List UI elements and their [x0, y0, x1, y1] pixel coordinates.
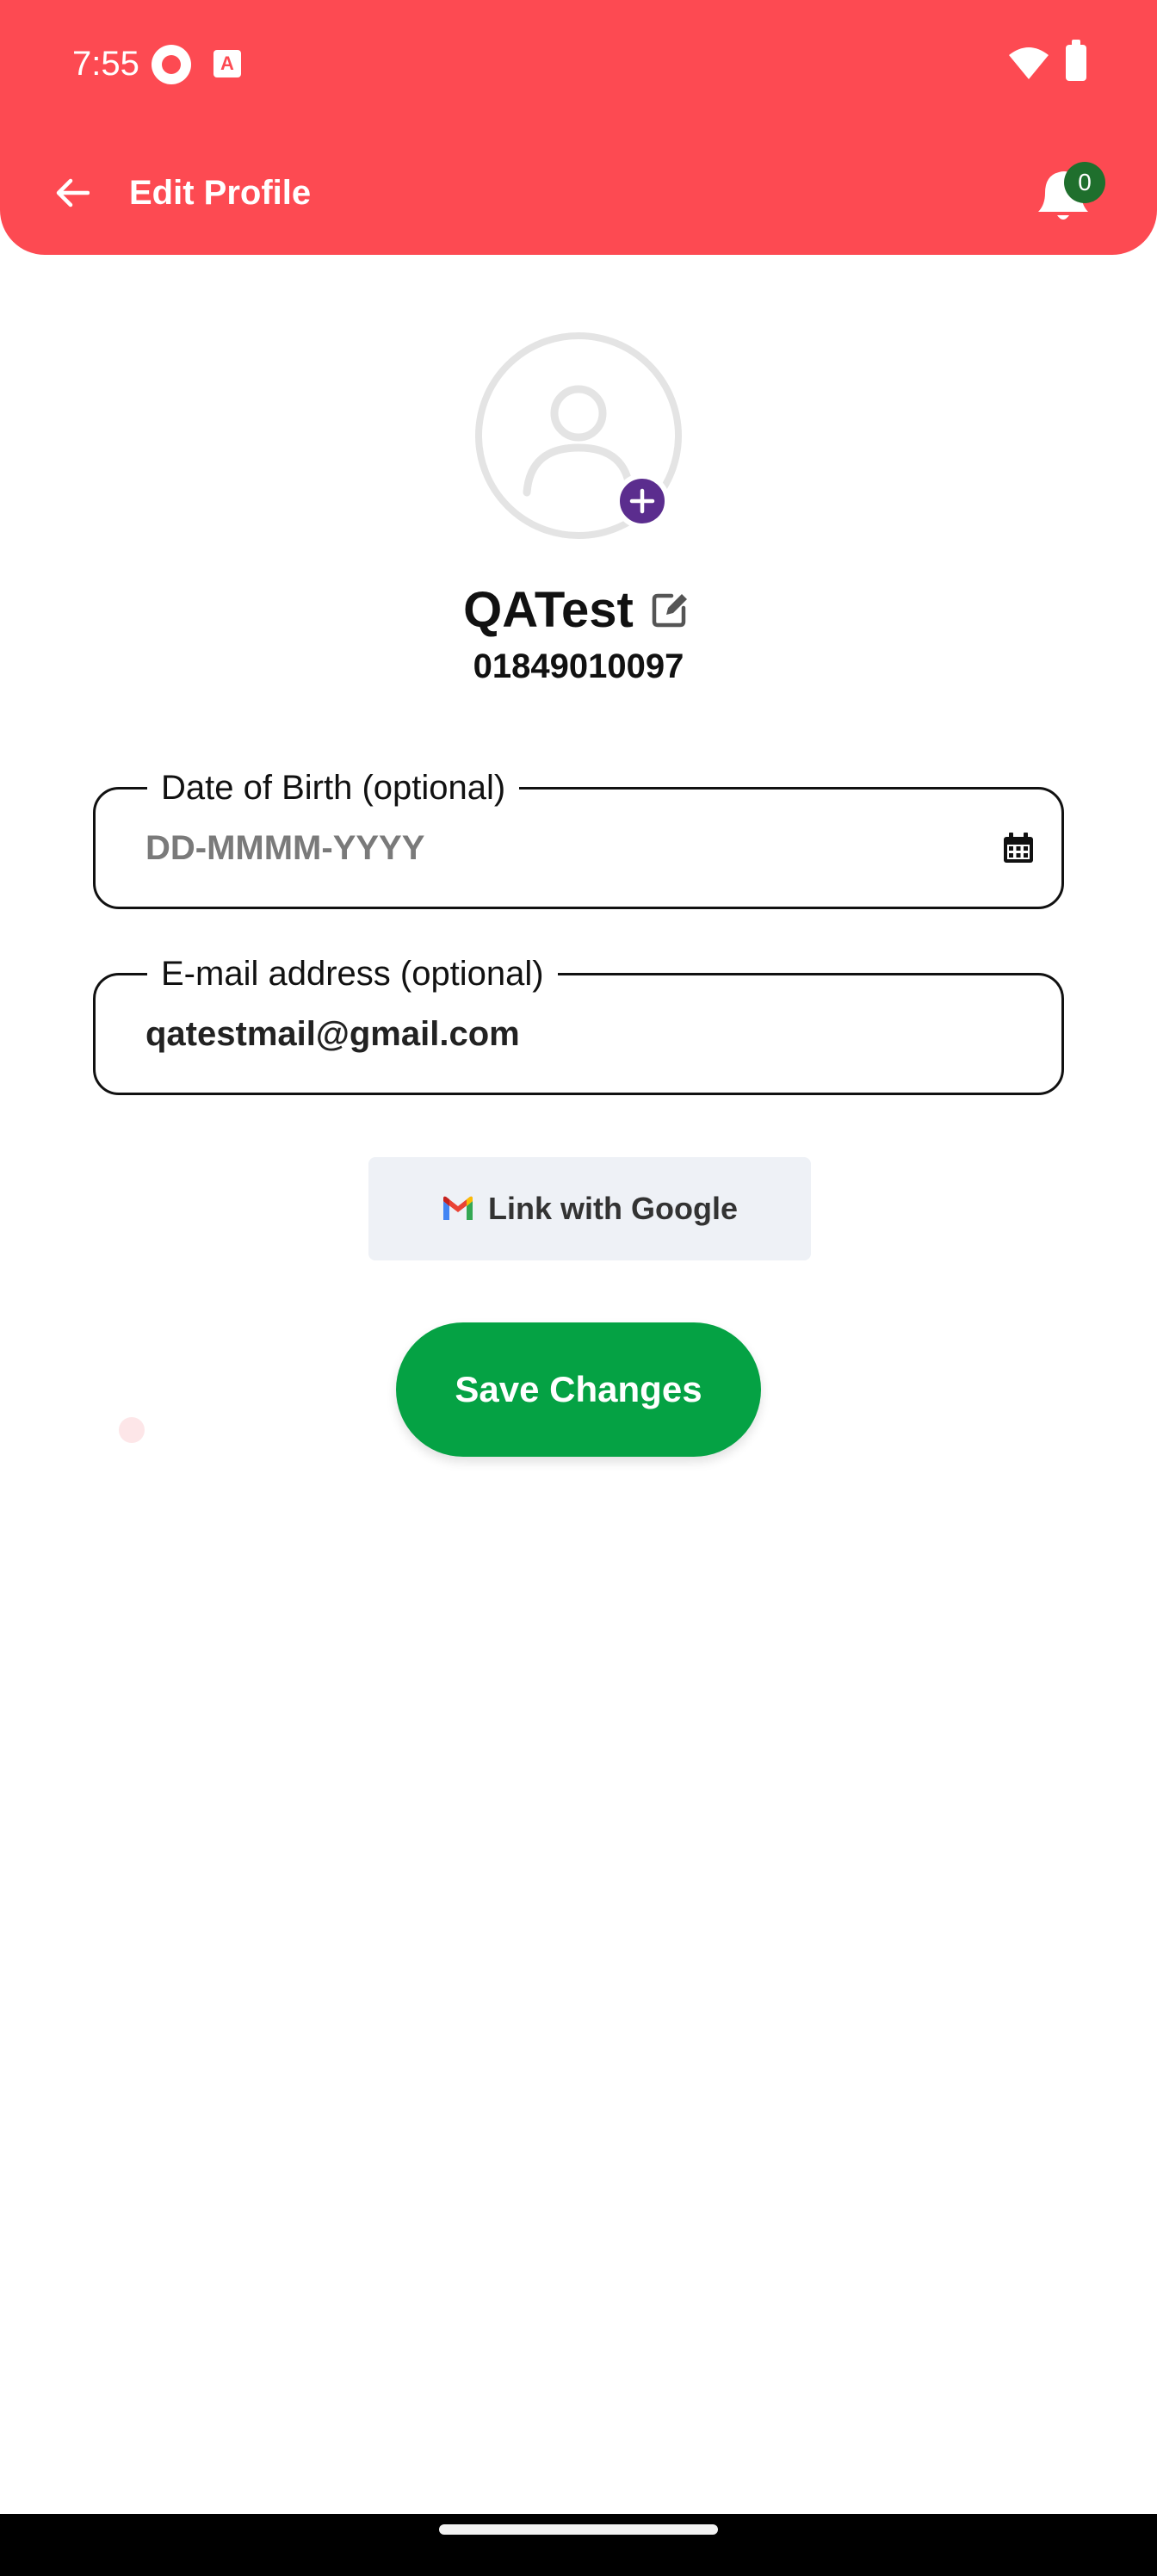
back-arrow-icon — [56, 178, 90, 207]
user-name-row: QATest — [0, 575, 1157, 644]
notification-count-badge: 0 — [1064, 162, 1105, 203]
save-changes-button[interactable]: Save Changes — [396, 1322, 761, 1457]
save-changes-label: Save Changes — [455, 1369, 702, 1409]
dob-label: Date of Birth (optional) — [147, 764, 520, 812]
status-time: 7:55 — [72, 45, 139, 83]
link-google-label: Link with Google — [488, 1191, 738, 1226]
system-nav-bar — [0, 2514, 1157, 2576]
back-button[interactable] — [48, 169, 96, 217]
add-photo-button[interactable] — [615, 474, 670, 529]
edit-profile-screen: 7:55 A Edit Profile 0 QATest 01849010097… — [0, 0, 1157, 2576]
plus-icon — [629, 488, 655, 514]
page-title: Edit Profile — [129, 174, 312, 212]
status-app-icon — [152, 45, 191, 84]
touch-ripple — [119, 1417, 145, 1443]
gmail-icon — [443, 1196, 473, 1220]
battery-icon — [1066, 40, 1086, 81]
status-notification-icon: A — [213, 50, 241, 77]
email-label: E-mail address (optional) — [147, 950, 558, 998]
link-google-button[interactable]: Link with Google — [368, 1157, 811, 1260]
home-indicator[interactable] — [439, 2524, 718, 2535]
app-header: 7:55 A Edit Profile 0 — [0, 0, 1157, 255]
user-phone: 01849010097 — [473, 647, 684, 685]
edit-icon — [652, 593, 687, 628]
email-field[interactable]: E-mail address (optional) qatestmail@gma… — [93, 950, 1064, 1095]
edit-name-button[interactable] — [646, 585, 694, 634]
user-name: QATest — [463, 581, 634, 638]
dob-input[interactable]: DD-MMMM-YYYY — [145, 824, 424, 872]
email-input[interactable]: qatestmail@gmail.com — [145, 1010, 520, 1058]
calendar-icon[interactable] — [1001, 831, 1036, 865]
dob-field[interactable]: Date of Birth (optional) DD-MMMM-YYYY — [93, 764, 1064, 909]
wifi-icon — [1009, 47, 1049, 79]
